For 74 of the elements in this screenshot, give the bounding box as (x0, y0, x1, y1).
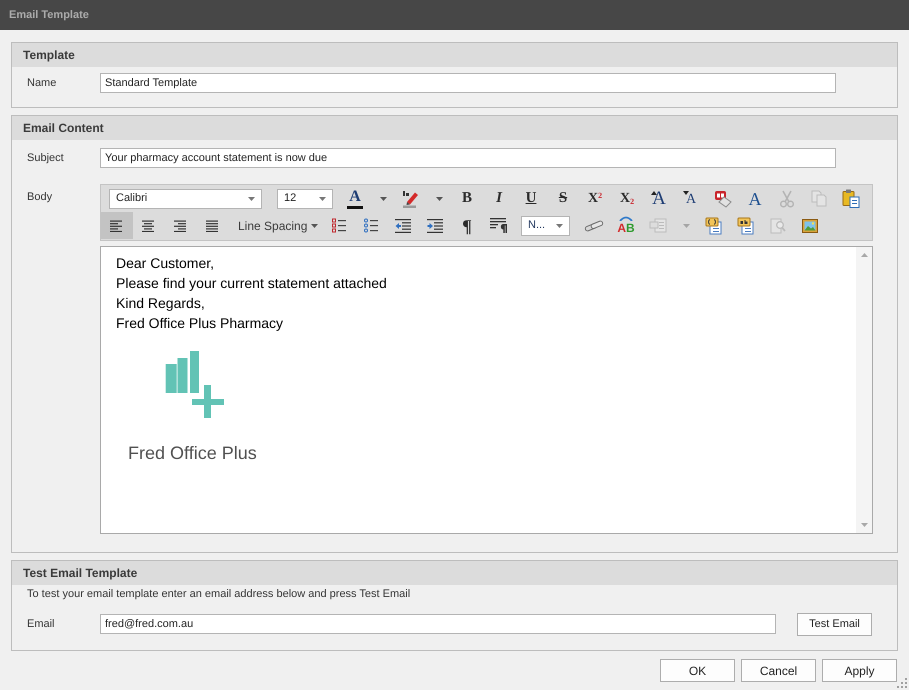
picture-icon (802, 218, 818, 232)
field-label: Email (26, 616, 56, 632)
hint-text: To test your email template enter an email address below and press Test Email (27, 587, 410, 602)
section-header: Email Content (12, 116, 897, 140)
body-text-line: Kind Regards, (116, 294, 205, 313)
caret-icon (682, 224, 690, 228)
font-button[interactable]: A (739, 185, 771, 212)
font-size-dropdown[interactable]: 12 (277, 188, 333, 208)
up-arrow-icon (860, 253, 868, 257)
copy-icon (811, 190, 827, 207)
bulleted-list-icon (364, 218, 378, 233)
increase-indent-icon (427, 218, 443, 232)
test-email-button[interactable]: Test Email (797, 612, 872, 636)
section-header: Test Email Template (12, 561, 897, 585)
field-label: Body (27, 191, 52, 203)
decrease-indent-icon (395, 218, 411, 232)
document-icon (649, 218, 667, 233)
caret-icon (556, 224, 563, 228)
dialog-button[interactable]: OK (660, 659, 735, 682)
font-color-button[interactable]: A (339, 185, 371, 212)
strikethrough-button[interactable]: S (547, 185, 579, 212)
align-left-button[interactable] (101, 212, 133, 239)
line-spacing-menu[interactable]: Line Spacing (229, 212, 323, 239)
field-document-icon (705, 216, 723, 234)
italic-button[interactable]: I (483, 185, 515, 212)
grow-font-button[interactable]: A (643, 185, 675, 212)
body-text-line: Fred Office Plus Pharmacy (116, 314, 284, 333)
caret-icon (248, 196, 255, 200)
color-bar-icon (347, 206, 363, 208)
eraser-icon (714, 190, 732, 208)
underline-button[interactable]: U (515, 185, 547, 212)
align-right-icon (174, 220, 188, 232)
clipboard-icon (842, 189, 860, 208)
style-dropdown[interactable]: N... (521, 216, 570, 236)
numbered-list-icon (332, 218, 346, 233)
text-input[interactable]: Your pharmacy account statement is now due (100, 148, 836, 168)
resize-grip-icon[interactable] (897, 678, 907, 688)
field-label: Subject (26, 150, 65, 166)
field-label: Name (26, 76, 58, 91)
bar-chart-plus-icon (165, 350, 225, 418)
align-center-icon (142, 220, 156, 232)
body-text-line: Dear Customer, (116, 254, 214, 273)
paragraph-lines-icon (490, 218, 508, 233)
highlighter-pen-icon (402, 190, 420, 208)
title-bar: Email Template (0, 0, 909, 30)
bold-button[interactable]: B (451, 185, 483, 212)
subscript-button[interactable]: X$_{2}$ (611, 185, 643, 212)
superscript-button[interactable]: X$^{2}$ (579, 185, 611, 212)
caret-icon (380, 196, 386, 200)
down-triangle-icon (683, 191, 689, 195)
body-text-line: Please find your current statement attached (116, 274, 387, 293)
text-input[interactable]: Standard Template (100, 73, 836, 93)
logo-text: Fred Office Plus (128, 442, 257, 465)
arc-icon (619, 216, 633, 221)
caret-icon (319, 196, 326, 200)
scissors-icon (779, 190, 795, 208)
justify-icon (206, 220, 220, 232)
paragraph-mark-button[interactable]: ¶ (451, 212, 483, 239)
up-triangle-icon (651, 191, 657, 195)
text-box-document-icon (737, 216, 755, 234)
align-left-icon (110, 220, 124, 232)
dialog-button[interactable]: Apply (822, 659, 897, 682)
caret-icon (436, 196, 442, 200)
shrink-font-button[interactable]: A (675, 185, 707, 212)
down-arrow-icon (860, 523, 868, 527)
font-name-dropdown[interactable]: Calibri (109, 188, 262, 208)
chain-link-icon (584, 218, 604, 232)
dialog-button[interactable]: Cancel (741, 659, 816, 682)
body-editor[interactable]: Dear Customer, Please find your current statement attached Kind Regards, Fred Office Plus Pharmacy Fred Office Plus (100, 246, 873, 534)
text-input[interactable]: fred@fred.com.au (100, 614, 776, 634)
caret-icon (311, 224, 318, 228)
find-document-icon (770, 218, 786, 234)
section-header: Template (12, 43, 897, 67)
vertical-scrollbar[interactable] (856, 247, 872, 533)
